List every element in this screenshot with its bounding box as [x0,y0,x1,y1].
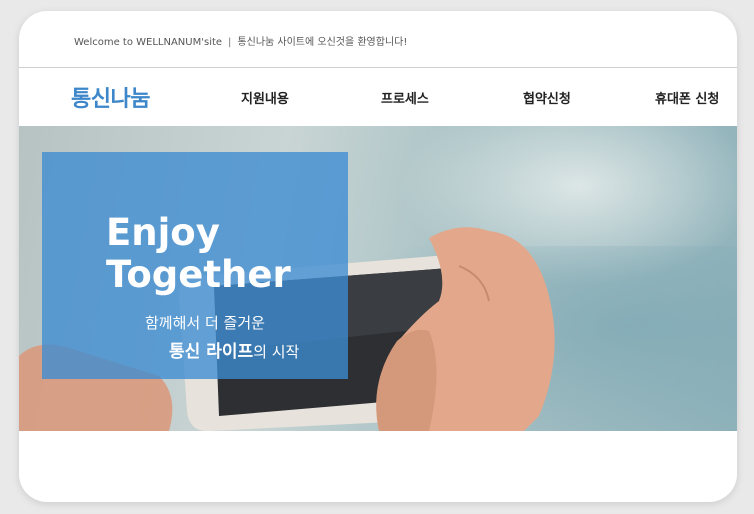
hero-tagline-line2: 통신 라이프의 시작 [169,337,299,362]
hero-headline-line2: Together [106,253,291,296]
nav-item-support[interactable]: 지원내용 [241,88,289,107]
hero-tagline-rest: 의 시작 [253,343,300,361]
main-nav: 통신나눔 지원내용 프로세스 협약신청 휴대폰 신청 [19,68,737,126]
hero-headline-line1: Enjoy [106,211,220,254]
welcome-message: Welcome to WELLNANUM'site | 통신나눔 사이트에 오신것을… [74,33,407,48]
nav-item-phone-apply[interactable]: 휴대폰 신청 [655,88,719,107]
browser-frame: Welcome to WELLNANUM'site | 통신나눔 사이트에 오신것을… [19,11,737,502]
site-logo[interactable]: 통신나눔 [71,81,150,113]
welcome-text: Welcome to WELLNANUM'site [74,37,223,48]
nav-item-process[interactable]: 프로세스 [381,88,429,107]
separator: | [228,37,232,48]
hero-headline: Enjoy Together [106,212,291,296]
hero-tagline-strong: 통신 라이프 [169,342,254,362]
greeting-text: 통신나눔 사이트에 오신것을 환영합니다! [237,37,408,48]
hero-tagline-line1: 함께해서 더 즐거운 [145,314,265,332]
nav-item-agreement[interactable]: 협약신청 [523,88,571,107]
hero-overlay-box: Enjoy Together 함께해서 더 즐거운 통신 라이프의 시작 [42,152,348,379]
top-bar: Welcome to WELLNANUM'site | 통신나눔 사이트에 오신것을… [19,11,737,68]
hero-banner: Enjoy Together 함께해서 더 즐거운 통신 라이프의 시작 [19,126,737,431]
